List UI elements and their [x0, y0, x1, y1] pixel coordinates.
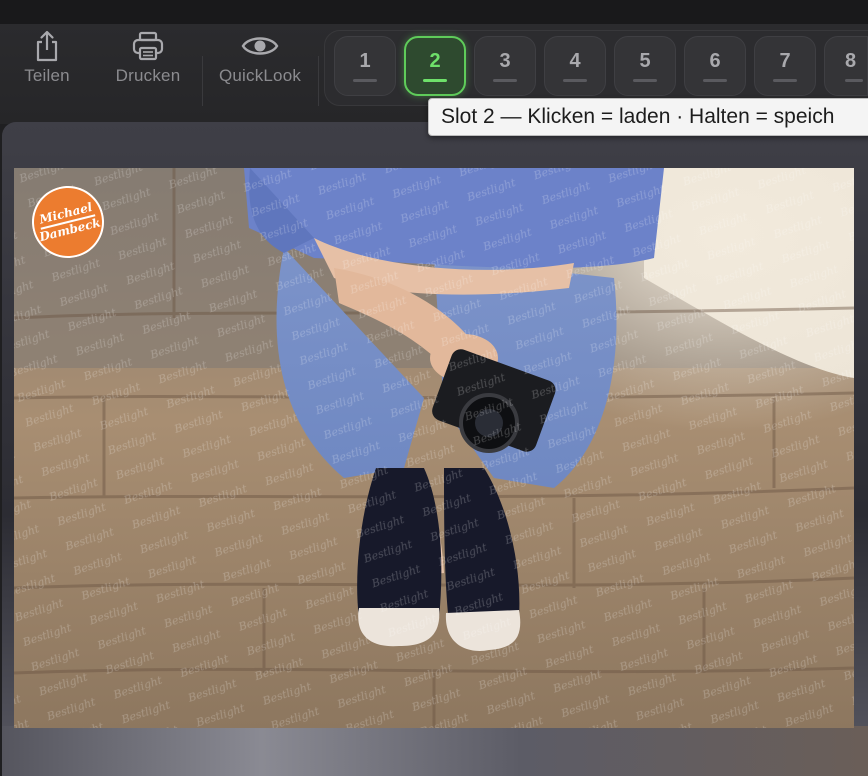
slot-number: 2 [429, 50, 441, 72]
slot-indicator [493, 79, 517, 82]
slot-button-3[interactable]: 3 [474, 36, 536, 96]
preview-pane: Bestlight [2, 122, 868, 776]
slot-button-7[interactable]: 7 [754, 36, 816, 96]
preview-backdrop [2, 726, 868, 776]
watermark-pattern [14, 168, 854, 728]
slot-tooltip: Slot 2 — Klicken = laden · Halten = spei… [428, 98, 868, 136]
toolbar-divider [318, 56, 319, 106]
slot-number: 8 [845, 50, 857, 72]
slot-button-1[interactable]: 1 [334, 36, 396, 96]
slot-number: 3 [499, 50, 511, 72]
print-icon [131, 28, 165, 64]
slot-button-8[interactable]: 8 [824, 36, 868, 96]
slot-indicator [423, 79, 447, 82]
slot-indicator [563, 79, 587, 82]
quicklook-button[interactable]: QuickLook [212, 28, 308, 88]
slot-button-5[interactable]: 5 [614, 36, 676, 96]
slot-number: 6 [709, 50, 721, 72]
slot-number: 7 [779, 50, 791, 72]
share-label: Teilen [24, 66, 70, 85]
eye-icon [241, 28, 279, 64]
share-icon [33, 28, 61, 64]
share-button[interactable]: Teilen [18, 28, 76, 88]
toolbar-divider [202, 56, 203, 106]
slot-indicator [633, 79, 657, 82]
slot-number: 1 [359, 50, 371, 72]
slot-indicator [773, 79, 797, 82]
slot-number: 5 [639, 50, 651, 72]
slot-indicator [845, 79, 863, 82]
print-button[interactable]: Drucken [108, 28, 188, 88]
photo-graphic: Bestlight [14, 168, 854, 728]
slot-indicator [703, 79, 727, 82]
quicklook-label: QuickLook [218, 66, 302, 85]
slot-indicator [353, 79, 377, 82]
preview-image[interactable]: Bestlight [14, 168, 854, 728]
slot-number: 4 [569, 50, 581, 72]
slot-button-2[interactable]: 2 [404, 36, 466, 96]
slot-button-4[interactable]: 4 [544, 36, 606, 96]
window-top-strip [0, 0, 868, 24]
print-label: Drucken [115, 66, 181, 85]
slot-button-6[interactable]: 6 [684, 36, 746, 96]
